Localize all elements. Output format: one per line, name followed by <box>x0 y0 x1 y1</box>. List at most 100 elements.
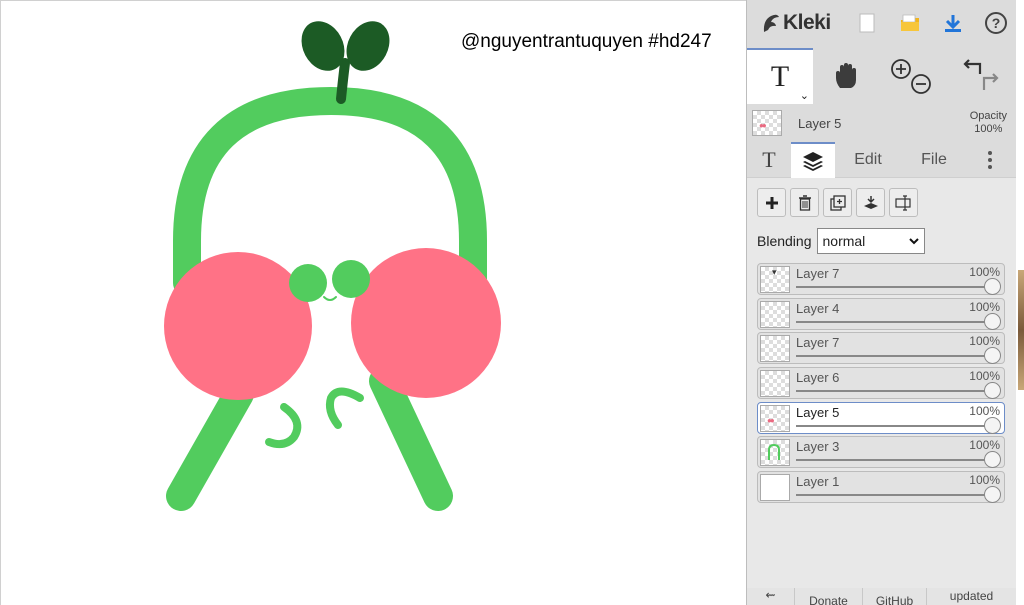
opacity-slider-track[interactable] <box>796 459 992 462</box>
layer-opacity: 100% <box>969 369 1000 384</box>
sidebar: Kleki ? T ⌄ ●● Layer 5 Opacity 100% T Ed… <box>746 0 1017 605</box>
help-button[interactable]: ? <box>974 0 1017 46</box>
tab-layers[interactable] <box>791 141 835 178</box>
collapse-sidebar-button[interactable]: ⇜ <box>747 588 795 605</box>
watermark-text: @nguyentrantuquyen #hd247 <box>461 31 712 52</box>
help-icon: ? <box>984 12 1007 34</box>
opacity-slider-knob[interactable] <box>984 382 1001 400</box>
tab-file[interactable]: File <box>901 142 967 178</box>
open-folder-icon <box>900 14 919 31</box>
opacity-slider-track[interactable] <box>796 320 992 323</box>
layers-icon <box>803 151 823 171</box>
drawing-canvas[interactable]: @nguyentrantuquyen #hd247 <box>0 0 746 605</box>
add-layer-button[interactable] <box>757 188 786 217</box>
kleki-logo[interactable]: Kleki <box>761 11 845 35</box>
layer-item[interactable]: Layer 6 100% <box>757 367 1005 400</box>
opacity-slider-track[interactable] <box>796 355 992 358</box>
opacity-slider-knob[interactable] <box>984 278 1001 295</box>
layer-thumbnail <box>760 300 790 328</box>
chevron-down-icon <box>908 238 919 245</box>
opacity-slider-knob[interactable] <box>984 486 1001 504</box>
zoom-in-icon <box>891 59 911 79</box>
app-name: Kleki <box>783 11 831 34</box>
more-vertical-icon <box>988 150 992 169</box>
layer-thumbnail <box>760 370 790 398</box>
layer-opacity: 100% <box>969 265 1000 279</box>
redo-icon <box>982 73 999 90</box>
page-edge <box>1016 0 1024 605</box>
opacity-slider-knob[interactable] <box>984 416 1001 434</box>
layers-panel: Blending normal ▾ Layer 7 100% Layer 4 1… <box>747 178 1017 588</box>
text-tool[interactable]: T ⌄ <box>747 48 813 104</box>
layer-item[interactable]: ▾ Layer 7 100% <box>757 263 1005 295</box>
layer-name: Layer 6 <box>796 370 840 386</box>
left-arm <box>265 403 302 449</box>
merge-down-icon <box>863 195 878 209</box>
hand-tool[interactable] <box>813 48 879 104</box>
layer-opacity: 100% <box>969 334 1000 349</box>
layer-name: Layer 4 <box>796 300 840 316</box>
delete-layer-button[interactable] <box>790 188 819 217</box>
artwork <box>164 21 501 511</box>
text-tab-icon: T <box>762 146 776 172</box>
github-link[interactable]: GitHub <box>863 588 927 605</box>
top-bar: Kleki ? <box>747 0 1017 46</box>
layer-item[interactable]: Layer 7 100% <box>757 332 1005 365</box>
donate-link[interactable]: Donate <box>795 588 863 605</box>
layer-name: Layer 5 <box>796 404 840 420</box>
layer-name: Layer 7 <box>796 266 840 281</box>
mouth <box>323 296 337 301</box>
zoom-out-icon <box>911 74 931 94</box>
layer-item[interactable]: Layer 4 100% <box>757 297 1005 330</box>
layer-list: ▾ Layer 7 100% Layer 4 100% Layer 7 100% <box>757 263 1005 506</box>
left-cheek <box>164 252 312 400</box>
opacity-slider-track[interactable] <box>796 424 992 427</box>
kleki-logo-icon <box>763 14 779 32</box>
undo-redo-tools <box>945 48 1017 104</box>
tab-text[interactable]: T <box>747 142 791 178</box>
blending-value: normal <box>822 233 866 249</box>
rename-layer-icon <box>894 194 911 211</box>
tab-edit[interactable]: Edit <box>835 142 901 178</box>
layer-item[interactable]: Layer 3 100% <box>757 436 1005 469</box>
download-icon <box>944 15 961 32</box>
new-image-button[interactable] <box>845 0 888 46</box>
layer-item-selected[interactable]: ●● Layer 5 100% <box>757 401 1005 434</box>
opacity-label: Opacity <box>969 110 1007 122</box>
opacity-slider-knob[interactable] <box>984 347 1001 365</box>
right-leg <box>369 366 453 511</box>
right-arm <box>325 387 364 429</box>
current-layer-info: ●● Layer 5 Opacity 100% <box>747 106 1017 140</box>
svg-text:?: ? <box>991 15 1000 31</box>
right-cheek <box>351 248 501 398</box>
opacity-slider-track[interactable] <box>796 390 992 393</box>
layer-thumbnail <box>760 439 790 467</box>
tool-row: T ⌄ <box>747 48 1017 104</box>
current-layer-name: Layer 5 <box>798 115 842 131</box>
layer-name: Layer 1 <box>796 474 840 490</box>
undo-redo-icons <box>963 59 999 90</box>
left-eye <box>289 264 327 302</box>
open-image-button[interactable] <box>888 0 931 46</box>
blending-control: Blending normal <box>757 228 925 254</box>
duplicate-layer-button[interactable] <box>823 188 852 217</box>
chevron-down-icon[interactable]: ⌄ <box>800 89 809 102</box>
opacity-slider-knob[interactable] <box>984 451 1001 469</box>
merge-down-button[interactable] <box>856 188 885 217</box>
layer-opacity: 100% <box>969 473 1000 488</box>
layer-opacity: 100% <box>969 403 1000 418</box>
more-menu-button[interactable] <box>967 142 1013 178</box>
opacity-slider-track[interactable] <box>796 494 992 497</box>
opacity-slider-track[interactable] <box>796 286 992 288</box>
opacity-slider-knob[interactable] <box>984 312 1001 330</box>
updated-link[interactable]: updated <box>927 588 1017 605</box>
opacity-readout[interactable]: Opacity 100% <box>970 110 1007 136</box>
rename-layer-button[interactable] <box>889 188 918 217</box>
undo-icon <box>963 59 982 74</box>
download-button[interactable] <box>931 0 974 46</box>
layer-opacity: 100% <box>969 438 1000 453</box>
right-eye <box>332 260 370 298</box>
zoom-in-out-icons <box>891 59 931 94</box>
layer-item[interactable]: Layer 1 100% <box>757 471 1005 504</box>
blending-select[interactable]: normal <box>816 228 925 254</box>
